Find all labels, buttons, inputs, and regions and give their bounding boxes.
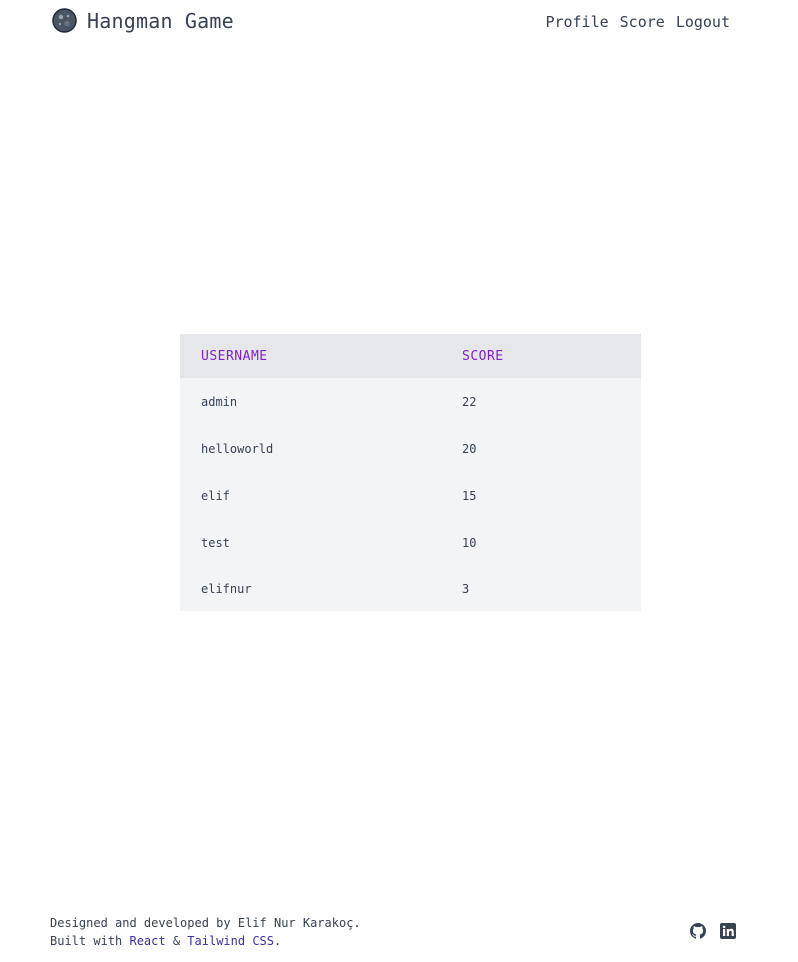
nav-profile-link[interactable]: Profile [545,13,608,31]
github-icon[interactable] [690,923,706,939]
table-row: elif 15 [180,472,641,519]
planet-ball-icon [52,8,77,33]
built-with-prefix: Built with [50,934,130,948]
tailwind-link[interactable]: Tailwind CSS [187,934,274,948]
score-cell: 22 [462,394,477,409]
app-header: Hangman Game Profile Score Logout [52,7,730,37]
table-row: test 10 [180,519,641,566]
footer-text: Designed and developed by Elif Nur Karak… [50,914,736,950]
social-links [690,923,736,939]
username-column-header: USERNAME [201,348,268,364]
nav-logout-link[interactable]: Logout [676,13,730,31]
table-row: admin 22 [180,378,641,425]
score-cell: 3 [462,581,470,596]
username-cell: admin [201,394,238,409]
score-cell: 20 [462,441,477,456]
page-footer: Designed and developed by Elif Nur Karak… [50,914,736,954]
top-nav: Profile Score Logout [545,13,730,31]
footer-built-with: Built with React & Tailwind CSS. [50,932,736,950]
score-cell: 10 [462,535,477,550]
app-title: Hangman Game [87,8,234,33]
score-column-header: SCORE [462,348,504,364]
username-cell: test [201,535,230,550]
username-cell: elif [201,488,230,503]
table-row: helloworld 20 [180,425,641,472]
brand[interactable]: Hangman Game [52,8,234,33]
nav-score-link[interactable]: Score [620,13,665,31]
username-cell: elifnur [201,581,252,596]
username-cell: helloworld [201,441,274,456]
score-table: USERNAME SCORE admin 22 helloworld 20 el… [180,334,641,611]
ampersand: & [165,934,188,948]
linkedin-icon[interactable] [720,923,736,939]
footer-credit: Designed and developed by Elif Nur Karak… [50,916,361,930]
table-header-row: USERNAME SCORE [180,334,641,378]
score-cell: 15 [462,488,477,503]
table-row: elifnur 3 [180,566,641,611]
period: . [274,934,282,948]
react-link[interactable]: React [129,934,165,948]
